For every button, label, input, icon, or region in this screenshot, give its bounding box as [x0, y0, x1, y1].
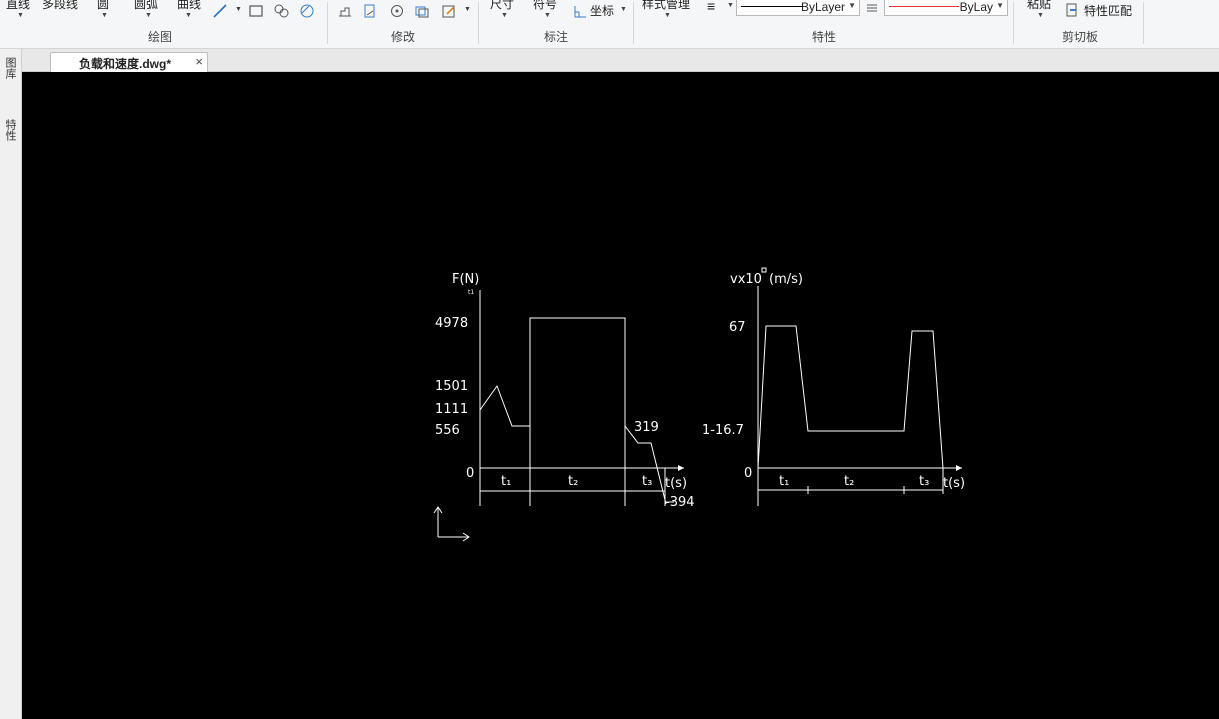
rectangle-icon[interactable]	[248, 3, 264, 19]
force-interval-t3: t₃	[642, 474, 652, 489]
dimension-button[interactable]: 尺寸	[490, 0, 514, 12]
construction-line-icon[interactable]	[212, 3, 228, 19]
match-properties-icon[interactable]	[1064, 2, 1080, 18]
velocity-x-arrow	[956, 465, 962, 471]
palette-tab-properties[interactable]: 特性	[2, 119, 18, 141]
paste-caret[interactable]: ▼	[1037, 12, 1044, 19]
force-t3-curve	[624, 425, 667, 505]
force-small-mark: t1	[468, 289, 474, 296]
linetype-value: ByLayer	[800, 0, 845, 14]
polyline-button[interactable]: 多段线	[42, 0, 78, 12]
document-tab-label: 负载和速度.dwg*	[79, 57, 171, 71]
linetype-preview	[741, 6, 803, 7]
document-tab[interactable]: 负载和速度.dwg* ×	[50, 52, 208, 72]
force-interval-t1: t₁	[501, 474, 511, 489]
group-title-annotate: 标注	[543, 30, 568, 44]
line-button[interactable]: 直线	[6, 0, 30, 12]
velocity-exponent-box	[761, 267, 767, 273]
velocity-y-unit: (m/s)	[769, 272, 803, 287]
force-tick-1111: 1111	[435, 402, 468, 417]
arc-dropdown-caret[interactable]: ▼	[145, 12, 152, 19]
arc-button[interactable]: 圆弧	[134, 0, 158, 12]
line-dropdown-caret[interactable]: ▼	[17, 12, 24, 19]
force-origin: 0	[466, 466, 474, 481]
divider	[327, 2, 328, 44]
coordinate-caret[interactable]: ▼	[620, 6, 627, 13]
curve-button[interactable]: 曲线	[177, 0, 201, 12]
velocity-interval-t2: t₂	[844, 474, 854, 489]
copy-icon[interactable]	[414, 3, 430, 19]
velocity-tick-67: 67	[729, 320, 746, 335]
group-title-draw: 绘图	[147, 30, 172, 44]
ribbon: 直线 ▼ 多段线 圆 ▼ 圆弧 ▼ 曲线 ▼ ▼ 绘图 ▼ 修改 尺寸 ▼ 符号…	[0, 0, 1219, 49]
group-title-clipboard: 剪切板	[1061, 30, 1098, 44]
velocity-tick-16-7: 1-16.7	[702, 423, 744, 438]
style-manager-caret[interactable]: ▼	[664, 12, 671, 19]
coordinate-icon[interactable]	[572, 3, 588, 19]
document-tab-bar: 负载和速度.dwg* ×	[22, 49, 1219, 72]
velocity-origin: 0	[744, 466, 752, 481]
chevron-down-icon: ▼	[848, 1, 856, 10]
linetype-select[interactable]: ByLayer ▼	[736, 0, 860, 16]
divider	[478, 2, 479, 44]
group-title-modify: 修改	[390, 30, 415, 44]
force-annotation-319: 319	[634, 420, 659, 435]
stretch-icon[interactable]	[337, 3, 353, 19]
group-title-properties: 特性	[811, 30, 836, 44]
style-manager-button[interactable]: 样式管理	[642, 0, 690, 12]
symbol-button[interactable]: 符号	[533, 0, 557, 12]
force-interval-t2: t₂	[568, 474, 578, 489]
velocity-interval-t1: t₁	[779, 474, 789, 489]
curve-dropdown-caret[interactable]: ▼	[185, 12, 192, 19]
palette-tab-gallery-label: 图库	[4, 57, 16, 79]
lineweight-icon[interactable]: ≡	[707, 0, 715, 14]
drawing-canvas[interactable]: F(N) t1 4978 1501 1111 556 0 319 -394 t(…	[22, 72, 1219, 719]
page-layout-icon[interactable]	[362, 3, 378, 19]
chevron-down-icon: ▼	[996, 1, 1004, 10]
force-tick-556: 556	[435, 423, 460, 438]
hatch-icon[interactable]	[299, 3, 315, 19]
match-properties-button[interactable]: 特性匹配	[1084, 2, 1132, 19]
circle-button[interactable]: 圆	[97, 0, 109, 12]
velocity-y-label: vx10	[730, 272, 762, 287]
rotate-icon[interactable]	[389, 3, 405, 19]
force-tick-4978: 4978	[435, 316, 468, 331]
color-value: ByLay	[959, 0, 993, 14]
drawing-svg: F(N) t1 4978 1501 1111 556 0 319 -394 t(…	[433, 267, 965, 542]
layer-icon[interactable]	[864, 0, 880, 15]
lineweight-caret[interactable]: ▼	[727, 2, 734, 9]
force-annotation-neg394: -394	[665, 495, 695, 510]
divider	[1013, 2, 1014, 44]
force-y-label: F(N)	[452, 272, 479, 287]
velocity-x-label: t(s)	[943, 476, 965, 491]
coordinate-button[interactable]: 坐标	[590, 2, 614, 19]
force-x-arrow	[678, 465, 684, 471]
palette-tab-gallery[interactable]: 图库	[2, 57, 18, 79]
divider	[633, 2, 634, 44]
force-chart-lines	[433, 290, 684, 542]
left-palette: 图库 特性	[0, 49, 22, 719]
color-preview	[889, 6, 959, 7]
close-icon[interactable]: ×	[195, 54, 203, 69]
palette-tab-properties-label: 特性	[4, 119, 16, 141]
edit-icon[interactable]	[441, 3, 457, 19]
dimension-caret[interactable]: ▼	[501, 12, 508, 19]
color-select[interactable]: ByLay ▼	[884, 0, 1008, 16]
construction-line-caret[interactable]: ▼	[235, 6, 242, 13]
velocity-curve	[757, 325, 944, 469]
circle-dropdown-caret[interactable]: ▼	[101, 12, 108, 19]
boundary-icon[interactable]	[273, 3, 289, 19]
velocity-interval-t3: t₃	[919, 474, 929, 489]
force-t1-curve	[479, 384, 530, 427]
divider	[1143, 2, 1144, 44]
force-tick-1501: 1501	[435, 379, 468, 394]
symbol-caret[interactable]: ▼	[544, 12, 551, 19]
force-x-label: t(s)	[665, 476, 687, 491]
modify-more-caret[interactable]: ▼	[464, 6, 471, 13]
paste-button[interactable]: 粘贴	[1027, 0, 1051, 12]
velocity-chart-lines	[757, 267, 962, 506]
